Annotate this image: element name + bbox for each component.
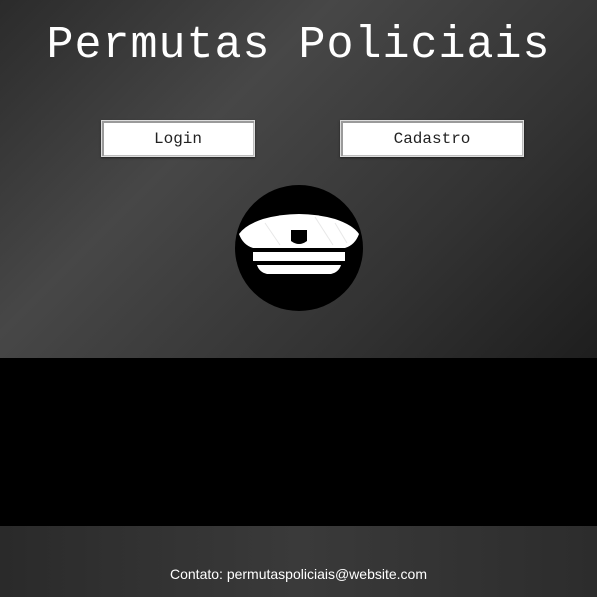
hero-section: Permutas Policiais Login Cadastro [0,0,597,358]
contact-text: Contato: permutaspoliciais@website.com [170,566,427,582]
police-cap-icon [235,185,363,311]
site-title: Permutas Policiais [46,20,551,71]
cadastro-button[interactable]: Cadastro [340,120,524,157]
content-band [0,358,597,526]
login-button[interactable]: Login [101,120,255,157]
footer: Contato: permutaspoliciais@website.com [0,526,597,597]
